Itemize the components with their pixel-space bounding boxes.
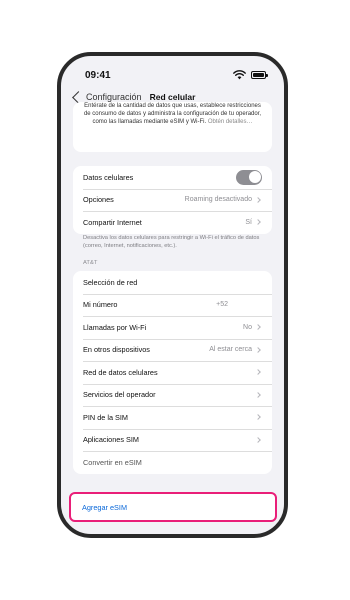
add-esim-button[interactable]: Agregar eSIM	[69, 492, 277, 522]
chevron-right-icon	[255, 414, 261, 421]
status-icons	[233, 70, 268, 80]
other-devices-row[interactable]: En otros dispositivos Al estar cerca	[73, 338, 272, 362]
options-row[interactable]: Opciones Roaming desactivado	[73, 188, 272, 212]
wifi-calling-row[interactable]: Llamadas por Wi-Fi No	[73, 316, 272, 339]
cellular-data-footnote: Desactiva los datos celulares para restr…	[83, 235, 260, 249]
cellular-data-toggle[interactable]	[236, 169, 262, 185]
chevron-right-icon	[255, 324, 261, 331]
network-selection-label: Selección de red	[83, 277, 138, 287]
carrier-services-row[interactable]: Servicios del operador	[73, 383, 272, 407]
chevron-right-icon	[255, 391, 261, 398]
options-label: Opciones	[83, 195, 114, 205]
other-devices-label: En otros dispositivos	[83, 345, 150, 355]
data-group: Datos celulares Opciones Roaming desacti…	[73, 166, 272, 234]
cellular-data-label: Datos celulares	[83, 172, 134, 182]
back-label: Configuración	[86, 92, 142, 102]
hotspot-label: Compartir Internet	[83, 217, 142, 227]
carrier-services-label: Servicios del operador	[83, 390, 156, 400]
wifi-calling-label: Llamadas por Wi-Fi	[83, 322, 147, 332]
convert-esim-label: Convertir en eSIM	[83, 457, 142, 467]
cellular-data-network-label: Red de datos celulares	[83, 367, 158, 377]
status-time: 09:41	[85, 69, 111, 81]
add-esim-label: Agregar eSIM	[82, 502, 128, 512]
sim-apps-label: Aplicaciones SIM	[83, 435, 139, 445]
status-bar: 09:41	[61, 56, 284, 86]
wifi-calling-value: No	[243, 323, 252, 331]
options-value: Roaming desactivado	[184, 196, 252, 204]
learn-more-link[interactable]: Obtén detalles…	[208, 119, 253, 125]
sim-pin-row[interactable]: PIN de la SIM	[73, 406, 272, 429]
chevron-right-icon	[255, 346, 261, 353]
info-card: Entérate de la cantidad de datos que usa…	[73, 102, 272, 152]
chevron-right-icon	[255, 369, 261, 376]
phone-frame: 09:41 Configuración Red celular Entérate…	[57, 52, 288, 538]
cellular-data-network-row[interactable]: Red de datos celulares	[73, 361, 272, 384]
sim-pin-label: PIN de la SIM	[83, 412, 129, 422]
my-number-label: Mi número	[83, 300, 118, 310]
convert-esim-row[interactable]: Convertir en eSIM	[73, 451, 272, 474]
chevron-right-icon	[255, 196, 261, 203]
carrier-header: AT&T	[83, 260, 98, 266]
wifi-icon	[233, 70, 246, 80]
carrier-group: Selección de red Mi número +52 Llamadas …	[73, 271, 272, 474]
back-button[interactable]: Configuración	[71, 90, 142, 104]
hotspot-row[interactable]: Compartir Internet Sí	[73, 211, 272, 234]
battery-icon	[251, 71, 268, 79]
chevron-right-icon	[255, 219, 261, 226]
hotspot-value: Sí	[245, 218, 252, 226]
chevron-right-icon	[255, 436, 261, 443]
other-devices-value: Al estar cerca	[209, 346, 252, 354]
settings-content: Entérate de la cantidad de datos que usa…	[61, 102, 284, 534]
my-number-value: +52	[216, 301, 228, 309]
cellular-data-row: Datos celulares	[73, 166, 272, 189]
sim-apps-row[interactable]: Aplicaciones SIM	[73, 428, 272, 452]
my-number-row[interactable]: Mi número +52	[73, 293, 272, 317]
network-selection-row[interactable]: Selección de red	[73, 271, 272, 294]
